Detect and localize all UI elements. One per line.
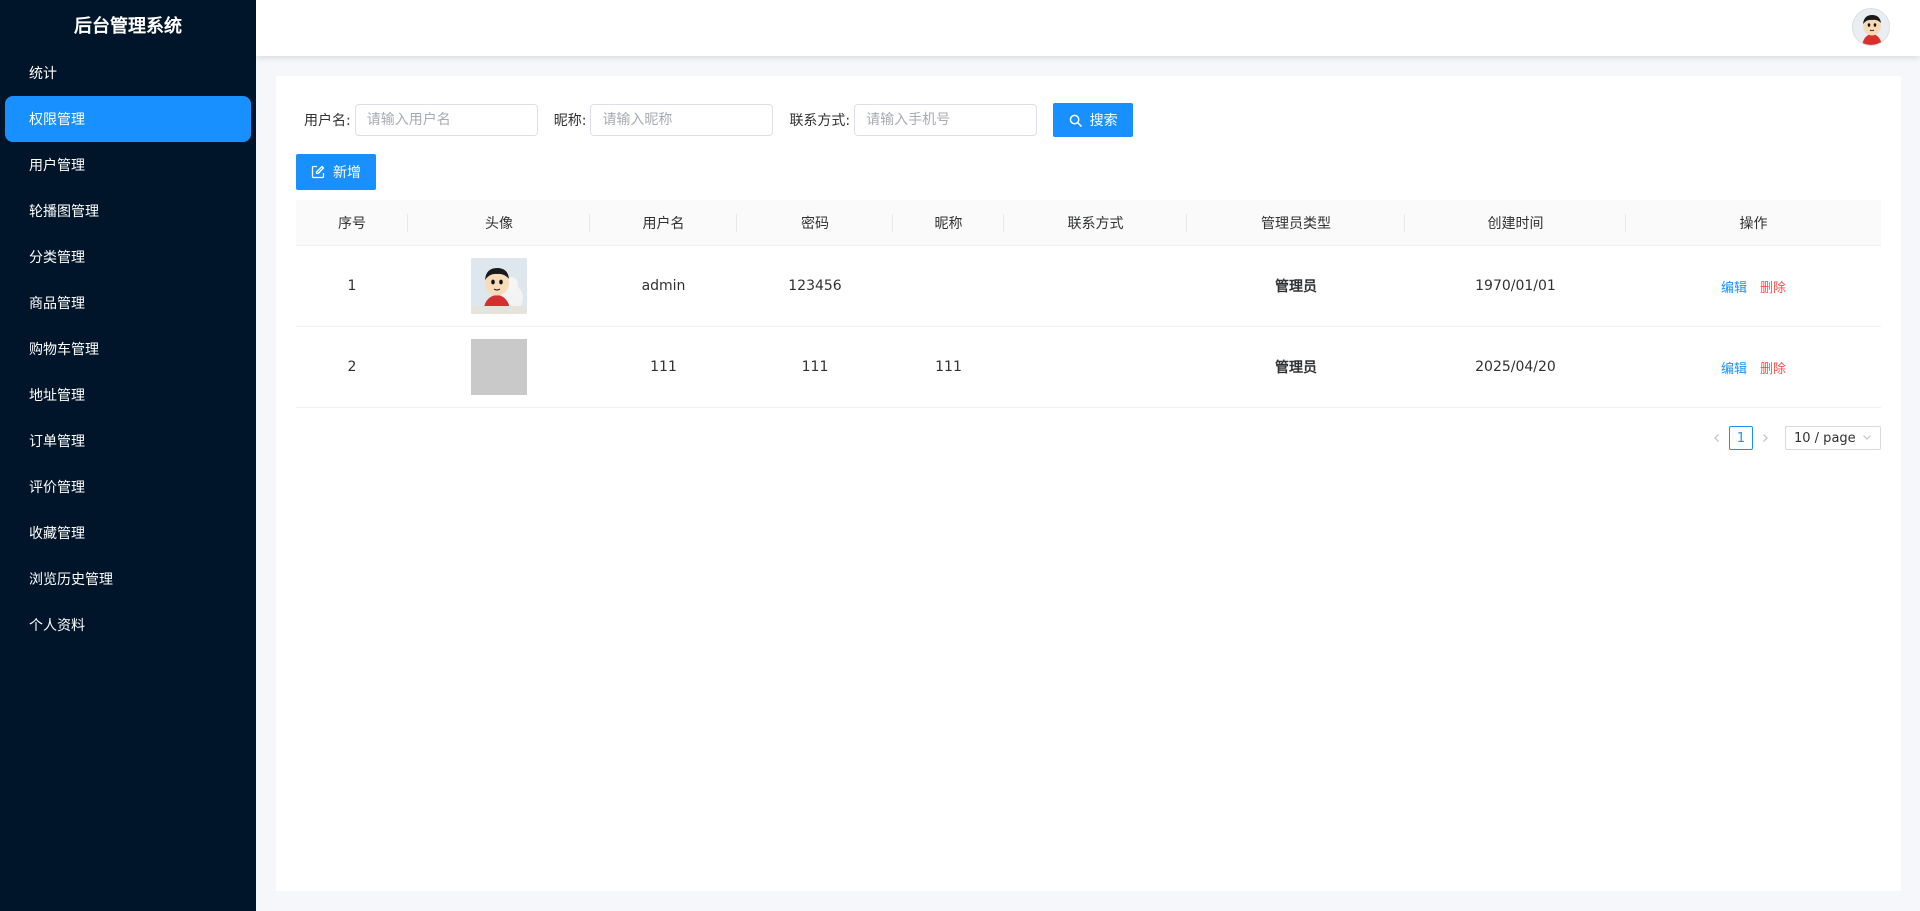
cell-admin-type: 管理员 [1275,360,1317,376]
chevron-left-icon[interactable] [1705,426,1729,450]
avatar-placeholder[interactable] [471,339,527,395]
delete-link[interactable]: 删除 [1760,277,1786,296]
page-size-value: 10 / page [1794,430,1856,446]
sidebar-item-history[interactable]: 浏览历史管理 [0,556,256,602]
username-search-input[interactable] [354,104,538,136]
sidebar-item-permissions[interactable]: 权限管理 [5,96,251,142]
table-row: 2 111 111 111 管理员 2025/04/20 编辑 删除 [296,327,1881,408]
sidebar-item-orders[interactable]: 订单管理 [0,418,256,464]
search-icon [1069,114,1082,127]
top-header [256,0,1920,56]
page-number[interactable]: 1 [1729,426,1753,450]
contact-label: 联系方式: [789,113,851,129]
page-size-select[interactable]: 10 / page [1785,426,1881,450]
search-button[interactable]: 搜索 [1053,103,1134,137]
sidebar-item-label: 个人资料 [29,618,85,634]
app-title: 后台管理系统 [74,16,182,37]
sidebar-item-label: 商品管理 [29,296,85,312]
cell-contact [1004,246,1187,326]
cell-created: 1970/01/01 [1475,278,1556,294]
search-form: 用户名: 昵称: 联系方式: 搜索 [304,103,1134,137]
search-button-label: 搜索 [1089,113,1118,129]
sidebar-item-addresses[interactable]: 地址管理 [0,372,256,418]
cell-nickname [893,246,1004,326]
cell-password: 123456 [788,278,842,294]
delete-link[interactable]: 删除 [1760,358,1786,377]
cell-admin-type: 管理员 [1275,279,1317,295]
add-button[interactable]: 新增 [296,154,376,190]
sidebar-item-label: 权限管理 [29,112,85,128]
cell-index: 2 [347,359,357,375]
sidebar-item-label: 统计 [29,66,57,82]
sidebar-item-label: 评价管理 [29,480,85,496]
sidebar-item-label: 收藏管理 [29,526,85,542]
sidebar-item-reviews[interactable]: 评价管理 [0,464,256,510]
sidebar-item-label: 订单管理 [29,434,85,450]
column-header: 序号 [296,200,408,245]
cell-actions: 编辑 删除 [1626,327,1881,407]
sidebar-item-statistics[interactable]: 统计 [0,50,256,96]
column-header: 用户名 [590,200,737,245]
edit-link[interactable]: 编辑 [1721,277,1747,296]
sidebar-item-users[interactable]: 用户管理 [0,142,256,188]
column-header: 操作 [1739,215,1768,232]
admin-table: 序号 头像 用户名 密码 昵称 联系方式 管理员类型 创建时间 操作 1 adm… [296,200,1881,408]
cell-username: 111 [650,359,677,375]
nickname-label: 昵称: [553,113,587,129]
cell-actions: 编辑 删除 [1626,246,1881,326]
sidebar-item-carousel[interactable]: 轮播图管理 [0,188,256,234]
table-row: 1 admin 123456 管理员 1970/01/01 编辑 删除 [296,246,1881,327]
sidebar-item-cart[interactable]: 购物车管理 [0,326,256,372]
sidebar-item-label: 购物车管理 [29,342,99,358]
sidebar: 后台管理系统 统计 权限管理 用户管理 轮播图管理 分类管理 商品管理 购物车管… [0,0,256,911]
sidebar-menu: 统计 权限管理 用户管理 轮播图管理 分类管理 商品管理 购物车管理 地址管理 … [0,50,256,648]
cell-contact [1004,327,1187,407]
sidebar-item-favorites[interactable]: 收藏管理 [0,510,256,556]
cartoon-avatar-icon [1853,9,1889,45]
chevron-down-icon [1862,431,1872,446]
table-header: 序号 头像 用户名 密码 昵称 联系方式 管理员类型 创建时间 操作 [296,200,1881,246]
cell-username: admin [641,278,686,294]
chevron-right-icon[interactable] [1753,426,1777,450]
cell-created: 2025/04/20 [1475,359,1556,375]
column-header: 联系方式 [1004,200,1187,245]
column-header: 管理员类型 [1187,200,1405,245]
edit-link[interactable]: 编辑 [1721,358,1747,377]
edit-square-icon [311,165,325,179]
sidebar-item-label: 分类管理 [29,250,85,266]
sidebar-item-label: 轮播图管理 [29,204,99,220]
sidebar-item-label: 浏览历史管理 [29,572,113,588]
nickname-search-input[interactable] [590,104,774,136]
cartoon-avatar-icon[interactable] [471,258,527,314]
cell-nickname: 111 [935,359,962,375]
contact-search-input[interactable] [854,104,1038,136]
sidebar-item-profile[interactable]: 个人资料 [0,602,256,648]
add-button-label: 新增 [333,165,361,181]
main-panel: 用户名: 昵称: 联系方式: 搜索 新增 序号 头像 用户名 密码 昵称 联系方… [276,76,1901,891]
pagination: 1 10 / page [1705,426,1881,450]
sidebar-item-label: 用户管理 [29,158,85,174]
user-avatar[interactable] [1852,8,1890,46]
cell-avatar [408,246,590,326]
sidebar-item-categories[interactable]: 分类管理 [0,234,256,280]
cell-password: 111 [801,359,829,375]
column-header: 密码 [737,200,893,245]
column-header: 昵称 [893,200,1004,245]
sidebar-item-label: 地址管理 [29,388,85,404]
username-label: 用户名: [304,113,351,129]
cell-index: 1 [347,278,357,294]
column-header: 头像 [408,200,590,245]
column-header: 创建时间 [1405,200,1626,245]
cell-avatar [408,327,590,407]
sidebar-item-products[interactable]: 商品管理 [0,280,256,326]
